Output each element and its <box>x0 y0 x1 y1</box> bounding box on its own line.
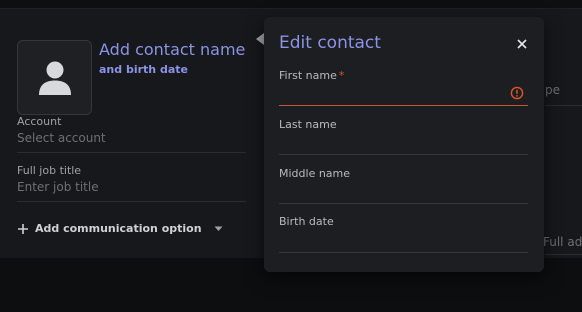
avatar[interactable] <box>17 40 92 115</box>
last-name-underline <box>279 154 528 155</box>
birth-date-link[interactable]: and birth date <box>99 63 188 76</box>
add-communication-label: Add communication option <box>35 222 202 235</box>
first-name-label: First name * <box>279 69 344 82</box>
required-marker: * <box>338 69 345 82</box>
add-communication-button[interactable]: Add communication option <box>17 222 223 235</box>
arrow-left-icon <box>256 33 264 45</box>
job-title-divider <box>17 201 246 202</box>
contact-name-placeholder[interactable]: Add contact name <box>99 40 245 59</box>
error-icon <box>510 86 524 100</box>
last-name-label: Last name <box>279 118 337 131</box>
account-divider <box>17 152 246 153</box>
top-strip <box>0 0 582 8</box>
edit-contact-popover: Edit contact First name * Last name Middl… <box>264 17 544 272</box>
plus-icon <box>18 223 28 234</box>
birth-date-underline <box>279 252 528 253</box>
account-label: Account <box>17 115 62 128</box>
middle-name-label: Middle name <box>279 167 351 180</box>
popover-title: Edit contact <box>279 33 381 53</box>
right-field-partial-top[interactable]: pe <box>545 83 560 97</box>
close-icon <box>517 39 527 49</box>
last-name-input[interactable] <box>279 134 528 152</box>
birth-date-input[interactable] <box>279 231 528 249</box>
birth-date-label: Birth date <box>279 215 334 228</box>
first-name-underline <box>279 105 528 106</box>
right-divider-top <box>545 105 582 106</box>
middle-name-underline <box>279 203 528 204</box>
job-title-label: Full job title <box>17 164 82 177</box>
first-name-label-text: First name <box>279 69 337 82</box>
person-icon <box>38 61 71 95</box>
close-button[interactable] <box>514 36 530 52</box>
right-divider-bottom <box>545 254 582 255</box>
caret-down-icon <box>214 226 223 231</box>
account-select[interactable]: Select account <box>17 131 106 145</box>
job-title-input[interactable]: Enter job title <box>17 180 99 194</box>
right-field-partial-bottom[interactable]: Full add <box>543 235 582 249</box>
middle-name-input[interactable] <box>279 183 528 201</box>
first-name-input[interactable] <box>279 85 528 103</box>
